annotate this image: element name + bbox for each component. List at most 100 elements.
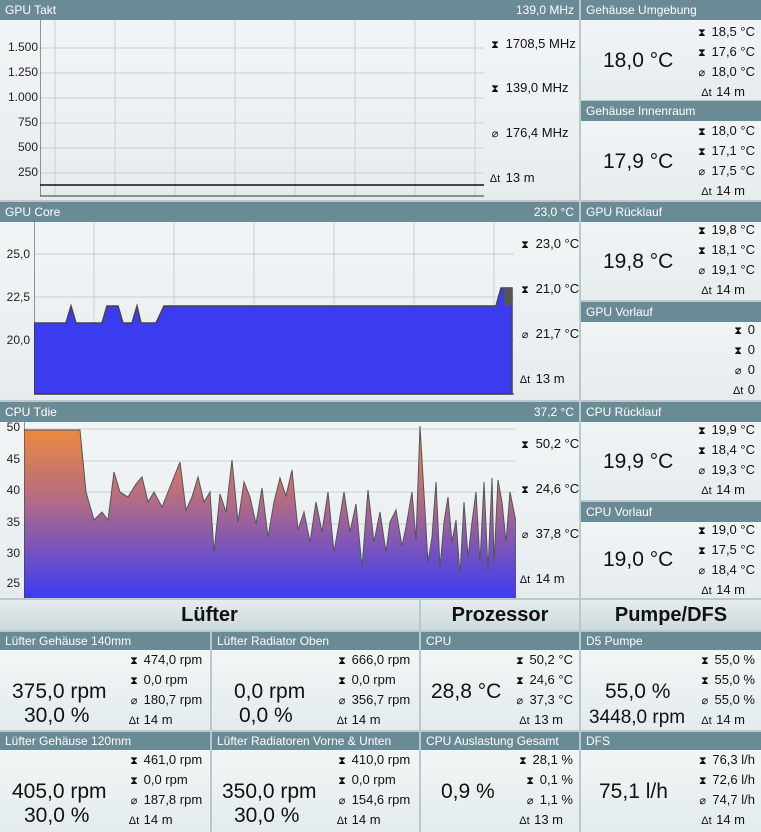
stat-span: 13 m [535,371,565,386]
y-tick: 50 [6,420,20,434]
max-icon: ⧗ [697,225,706,237]
stat-span: 14 m [716,282,745,297]
avg-icon: ⌀ [130,795,138,807]
span-icon: Δt [519,574,531,586]
min-icon: ⧗ [701,675,709,687]
span-icon: Δt [489,173,501,185]
stat-avg: 18,0 °C [711,64,755,79]
gpu-core-panel: GPU Core 23,0 °C 25,0 22,5 20,0 ⧗ 23,0 °… [0,202,579,400]
stat-avg: 17,5 °C [711,163,755,178]
tile-value: 75,1 l/h [599,780,668,803]
stat-min: 24,6 °C [529,672,573,687]
gpu-takt-current: 139,0 MHz [515,3,574,17]
stat-span: 14 m [351,712,381,727]
stat-max: 474,0 rpm [143,652,203,667]
tile-cpu: CPU 28,8 °C ⧗ 50,2 °C ⧗ 24,6 °C ⌀ 37,3 °… [421,632,579,730]
span-icon: Δt [701,186,712,198]
max-icon: ⧗ [701,655,709,667]
span-icon: Δt [732,385,744,397]
min-icon: ⧗ [734,345,742,357]
min-icon: ⧗ [697,47,706,59]
max-icon: ⧗ [338,655,346,667]
sensor-header: GPU Rücklauf [581,202,761,222]
max-icon: ⧗ [697,525,706,537]
span-icon: Δt [701,715,712,727]
sensor-title: Gehäuse Innenraum [586,104,696,118]
sensor-gehaeuse-innenraum: Gehäuse Innenraum 17,9 °C ⧗ 18,0 °C ⧗ 17… [581,101,761,200]
max-icon: ⧗ [734,325,742,337]
tile-title: Lüfter Radiator Oben [217,634,330,648]
y-tick: 500 [17,140,38,154]
min-icon: ⧗ [526,775,534,787]
avg-icon: ⌀ [338,795,346,807]
min-icon: ⧗ [515,675,524,687]
tile-header: CPU Auslastung Gesamt [421,732,579,750]
tile-title: DFS [586,734,610,748]
stat-avg: 37,3 °C [529,692,573,707]
tile-value: 375,0 rpm [12,680,107,703]
sensor-value: 19,0 °C [603,548,674,571]
section-luefter: Lüfter [0,600,419,630]
cpu-tdie-panel: CPU Tdie 37,2 °C 50 45 40 35 30 25 ⧗ 50,… [0,402,579,598]
avg-icon: ⌀ [698,265,706,277]
y-tick: 20,0 [6,333,30,347]
stat-min: 0,0 rpm [351,672,396,687]
avg-icon: ⌀ [699,795,707,807]
tile-value-secondary: 30,0 % [24,704,90,727]
y-tick: 40 [6,483,20,497]
max-icon: ⧗ [697,27,706,39]
y-tick: 35 [6,515,20,529]
stat-max: 19,8 °C [711,222,755,237]
span-icon: Δt [128,815,140,827]
y-tick: 25 [6,576,20,590]
tile-title: Lüfter Gehäuse 140mm [5,634,132,648]
min-icon: ⧗ [697,545,706,557]
tile-header: D5 Pumpe [581,632,761,650]
stat-avg: 18,4 °C [711,562,755,577]
tile-luefter-radiatoren-vorne-unten: Lüfter Radiatoren Vorne & Unten 350,0 rp… [212,732,419,832]
span-icon: Δt [701,585,712,597]
stat-avg: 180,7 rpm [143,692,203,707]
stat-max: 666,0 rpm [351,652,411,667]
min-icon: ⧗ [698,775,707,787]
stat-min: 0,0 rpm [143,772,188,787]
tile-value: 0,0 rpm [234,680,306,703]
max-icon: ⧗ [697,126,706,138]
stat-avg: 19,1 °C [711,262,755,277]
sensor-gehaeuse-umgebung: Gehäuse Umgebung 18,0 °C ⧗ 18,5 °C ⧗ 17,… [581,0,761,100]
sensor-header: CPU Rücklauf [581,402,761,422]
gpu-core-chart [34,222,514,395]
tile-header: CPU [421,632,579,650]
y-tick: 1.000 [7,90,38,104]
tile-title: D5 Pumpe [586,634,643,648]
sensor-title: GPU Vorlauf [586,305,653,319]
stat-span: 14 m [716,812,745,827]
section-prozessor: Prozessor [421,600,579,630]
tile-value-secondary: 0,0 % [239,704,293,727]
y-tick: 250 [17,165,38,179]
sensor-cpu-ruecklauf: CPU Rücklauf 19,9 °C ⧗ 19,9 °C ⧗ 18,4 °C… [581,402,761,500]
y-tick: 1.250 [7,65,38,79]
sensor-value: 19,9 °C [603,450,674,473]
stat-min: 55,0 % [714,672,755,687]
tile-luefter-gehaeuse-140: Lüfter Gehäuse 140mm 375,0 rpm 30,0 % ⧗ … [0,632,210,730]
sensor-title: Gehäuse Umgebung [586,3,697,17]
gpu-core-header: GPU Core 23,0 °C [0,202,579,222]
stat-avg: 37,8 °C [535,526,579,541]
cpu-tdie-header: CPU Tdie 37,2 °C [0,402,579,422]
sensor-header: Gehäuse Umgebung [581,0,761,20]
max-icon: ⧗ [491,39,499,51]
max-icon: ⧗ [130,755,138,767]
avg-icon: ⌀ [521,329,529,341]
sensor-title: CPU Rücklauf [586,405,662,419]
span-icon: Δt [336,715,348,727]
stat-min: 139,0 MHz [505,80,569,95]
y-tick: 25,0 [6,247,30,261]
stat-max: 55,0 % [714,652,755,667]
stat-span: 0 [747,382,755,397]
avg-icon: ⌀ [130,695,138,707]
avg-icon: ⌀ [521,529,529,541]
stat-min: 18,4 °C [711,442,755,457]
sensor-value: 17,9 °C [603,150,674,173]
tile-value-secondary: 3448,0 rpm [589,707,686,728]
